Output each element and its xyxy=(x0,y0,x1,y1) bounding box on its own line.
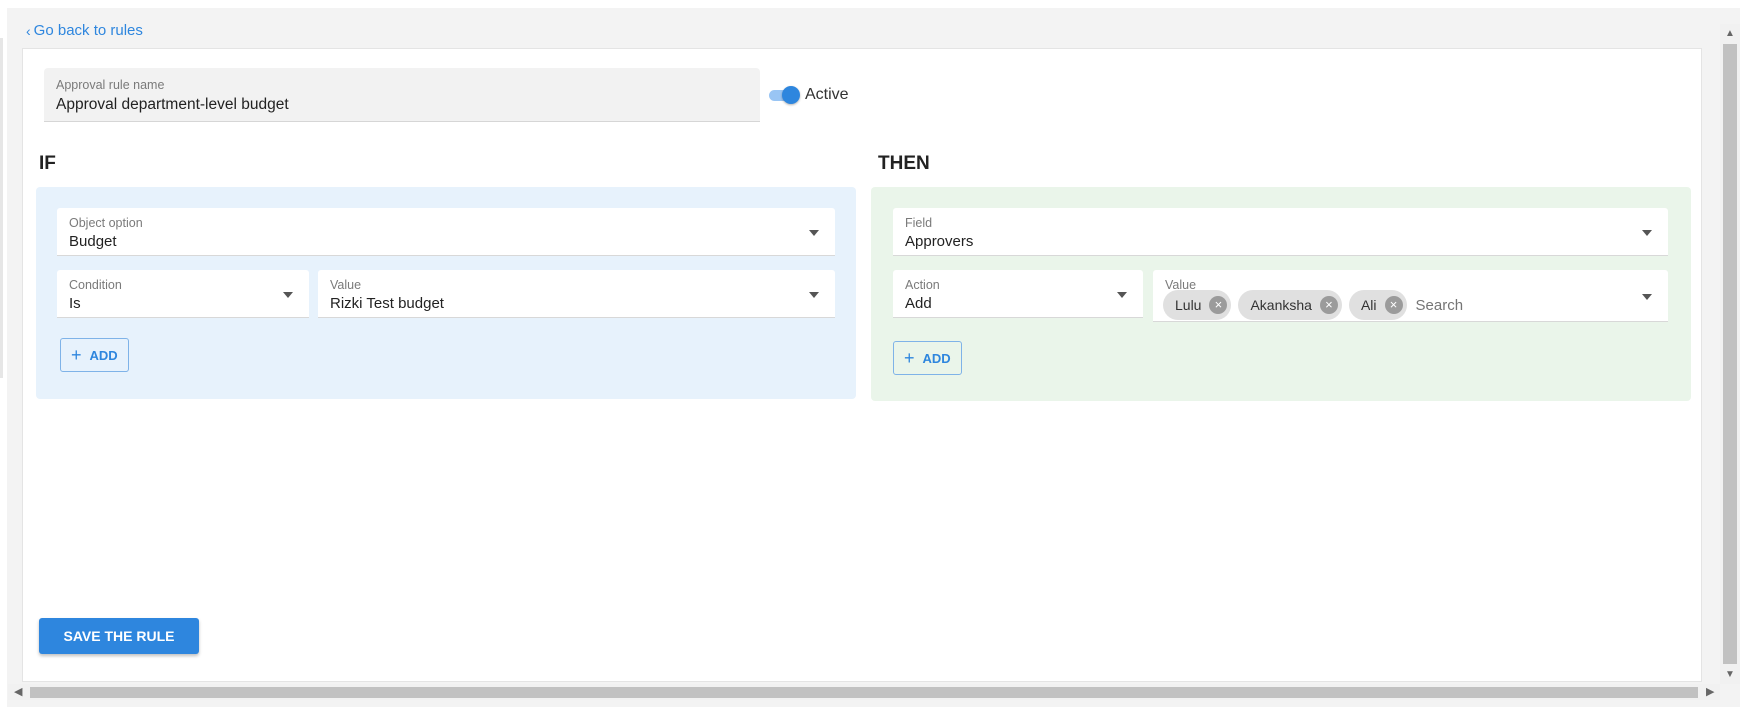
approver-chip-label: Akanksha xyxy=(1250,297,1312,313)
if-value-select[interactable]: Value Rizki Test budget xyxy=(318,270,835,318)
then-add-button[interactable]: + ADD xyxy=(893,341,962,375)
caret-down-icon xyxy=(283,291,293,298)
then-section-title: THEN xyxy=(878,153,930,174)
horizontal-scrollbar[interactable]: ◀ ▶ xyxy=(8,684,1720,700)
active-toggle-group: Active xyxy=(769,85,849,105)
rule-name-field[interactable]: Approval rule name Approval department-l… xyxy=(44,68,760,122)
scroll-right-icon[interactable]: ▶ xyxy=(1706,685,1714,698)
if-add-button[interactable]: + ADD xyxy=(60,338,129,372)
left-edge-segment xyxy=(0,38,3,378)
condition-value: Is xyxy=(69,295,81,312)
object-option-label: Object option xyxy=(69,216,143,230)
action-value: Add xyxy=(905,295,932,312)
caret-down-icon xyxy=(1642,229,1652,236)
left-edge xyxy=(0,8,7,707)
approvers-value-select[interactable]: Value Lulu × Akanksha × Ali × xyxy=(1153,270,1668,322)
approver-chip[interactable]: Lulu × xyxy=(1163,290,1232,320)
approver-chip-label: Ali xyxy=(1360,297,1377,313)
if-section-title: IF xyxy=(39,153,56,174)
plus-icon: + xyxy=(904,348,915,368)
approver-chips: Lulu × Akanksha × Ali × xyxy=(1163,290,1598,320)
active-label: Active xyxy=(805,86,849,103)
if-value-label: Value xyxy=(330,278,362,292)
chevron-left-icon: ‹ xyxy=(26,22,31,39)
field-value: Approvers xyxy=(905,233,974,250)
horizontal-scroll-thumb[interactable] xyxy=(30,687,1698,698)
toggle-thumb xyxy=(782,86,800,104)
top-strip xyxy=(0,0,1740,8)
back-to-rules-label: Go back to rules xyxy=(33,22,143,39)
then-add-label: ADD xyxy=(922,350,951,366)
field-label: Field xyxy=(905,216,933,230)
rule-editor-card: Approval rule name Approval department-l… xyxy=(22,48,1702,682)
if-add-label: ADD xyxy=(89,347,118,363)
approver-search-input[interactable] xyxy=(1413,295,1598,315)
approver-chip[interactable]: Akanksha × xyxy=(1238,290,1342,320)
approver-chip-label: Lulu xyxy=(1175,297,1202,313)
field-select[interactable]: Field Approvers xyxy=(893,208,1668,256)
scroll-up-icon[interactable]: ▲ xyxy=(1725,28,1735,39)
object-option-select[interactable]: Object option Budget xyxy=(57,208,835,256)
caret-down-icon xyxy=(809,291,819,298)
save-rule-button[interactable]: SAVE THE RULE xyxy=(39,618,199,654)
object-option-value: Budget xyxy=(69,233,117,250)
if-panel: Object option Budget Condition Is Value … xyxy=(36,187,856,399)
vertical-scrollbar[interactable]: ▲ ▼ xyxy=(1720,24,1740,684)
action-label: Action xyxy=(905,278,940,292)
approver-chip[interactable]: Ali × xyxy=(1348,290,1407,320)
condition-select[interactable]: Condition Is xyxy=(57,270,309,318)
back-to-rules-link[interactable]: ‹ Go back to rules xyxy=(26,22,143,39)
rule-name-value[interactable]: Approval department-level budget xyxy=(56,96,748,114)
close-circle-icon[interactable]: × xyxy=(1319,296,1338,314)
action-select[interactable]: Action Add xyxy=(893,270,1143,318)
plus-icon: + xyxy=(71,345,82,365)
close-circle-icon[interactable]: × xyxy=(1384,296,1403,314)
then-panel: Field Approvers Action Add Value Lulu × … xyxy=(871,187,1691,401)
caret-down-icon xyxy=(1117,291,1127,298)
vertical-scroll-thumb[interactable] xyxy=(1723,44,1737,664)
caret-down-icon xyxy=(1642,293,1652,300)
close-circle-icon[interactable]: × xyxy=(1209,296,1228,314)
scroll-down-icon[interactable]: ▼ xyxy=(1725,669,1735,680)
rule-name-label: Approval rule name xyxy=(56,78,165,92)
scroll-left-icon[interactable]: ◀ xyxy=(14,685,22,698)
caret-down-icon xyxy=(809,229,819,236)
condition-label: Condition xyxy=(69,278,122,292)
active-toggle[interactable] xyxy=(769,85,800,105)
if-value-value: Rizki Test budget xyxy=(330,295,444,312)
